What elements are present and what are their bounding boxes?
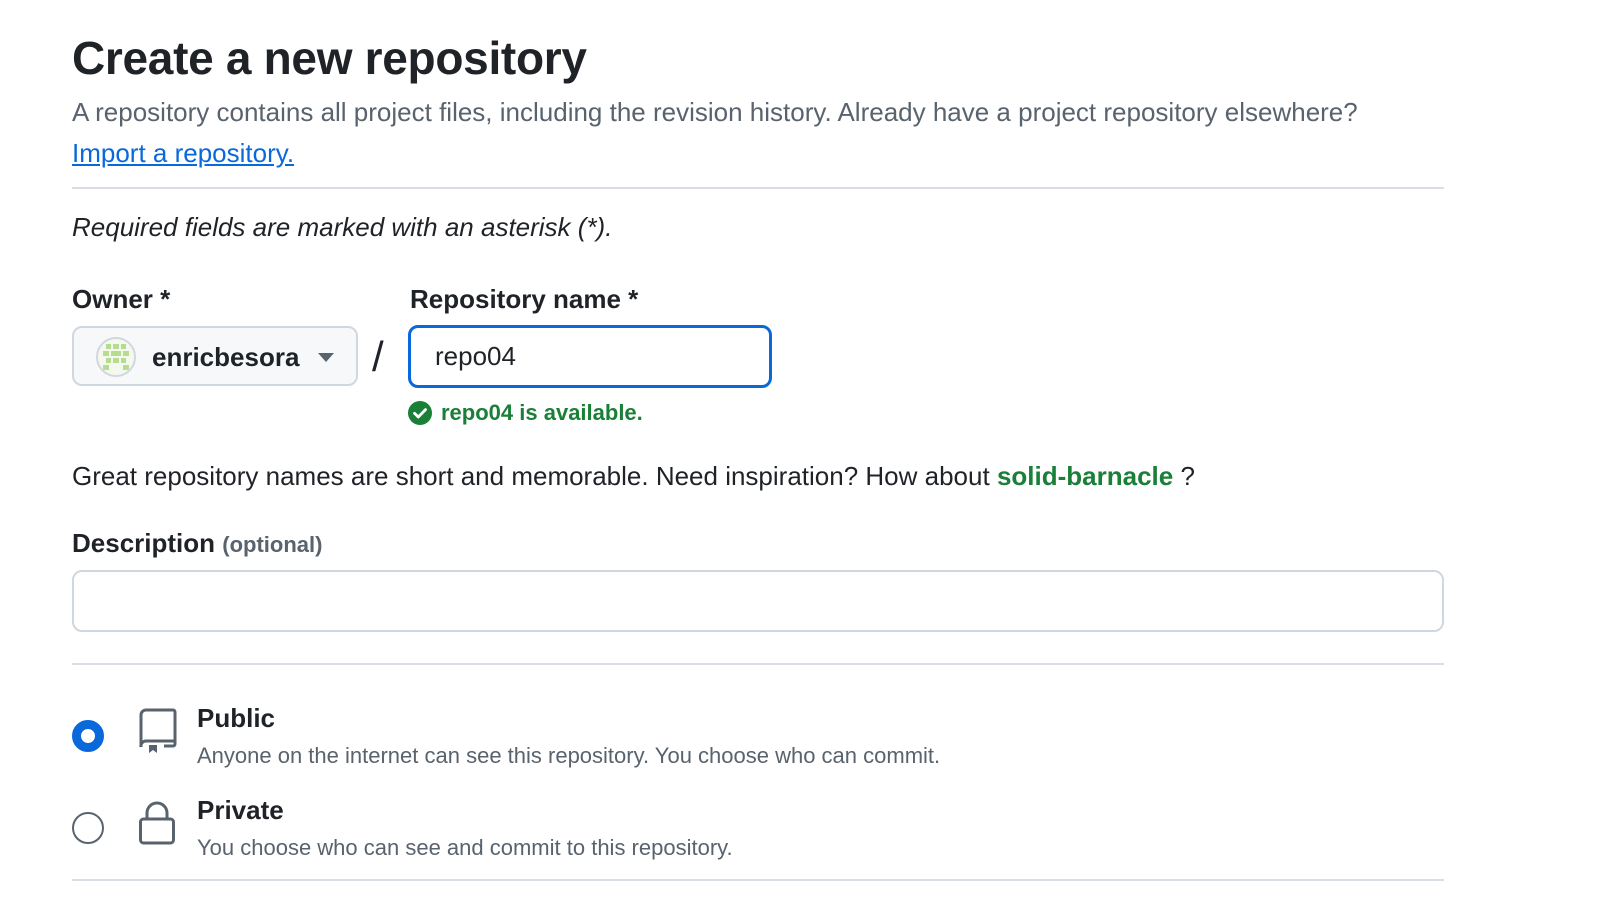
description-label: Description (optional)	[72, 526, 322, 562]
create-repository-page: Create a new repository A repository con…	[0, 0, 1609, 921]
public-option-title: Public	[197, 703, 276, 733]
repository-name-input[interactable]	[408, 325, 772, 388]
visibility-divider	[72, 879, 1444, 881]
private-option-title: Private	[197, 795, 284, 825]
private-option-description: You choose who can see and commit to thi…	[197, 835, 733, 860]
availability-text: repo04 is available.	[441, 400, 643, 425]
hint-text: Great repository names are short and mem…	[72, 461, 990, 491]
avatar	[96, 337, 136, 377]
description-label-text: Description	[72, 528, 216, 558]
repo-icon	[139, 708, 177, 753]
public-option-description: Anyone on the internet can see this repo…	[197, 743, 941, 768]
optional-tag: (optional)	[222, 532, 323, 557]
description-input[interactable]	[72, 570, 1444, 632]
header-divider	[72, 187, 1444, 189]
lock-icon	[139, 801, 175, 845]
name-suggestion-hint: Great repository names are short and mem…	[72, 458, 1195, 494]
identicon-icon	[98, 339, 134, 375]
description-divider	[72, 663, 1444, 665]
availability-message: repo04 is available.	[408, 398, 643, 428]
hint-suffix: ?	[1180, 461, 1195, 491]
import-repository-link[interactable]: Import a repository.	[72, 135, 294, 171]
repository-name-label: Repository name *	[410, 284, 639, 314]
owner-label: Owner *	[72, 284, 171, 314]
page-title: Create a new repository	[72, 32, 587, 84]
suggested-name-link[interactable]: solid-barnacle	[997, 461, 1173, 491]
public-radio[interactable]	[72, 720, 104, 752]
owner-name: enricbesora	[152, 342, 300, 372]
caret-down-icon	[318, 353, 334, 362]
check-circle-icon	[408, 401, 432, 425]
owner-repo-separator: /	[372, 333, 384, 380]
required-fields-note: Required fields are marked with an aster…	[72, 212, 613, 242]
page-subtitle: A repository contains all project files,…	[72, 97, 1358, 127]
private-radio[interactable]	[72, 812, 104, 844]
owner-dropdown[interactable]: enricbesora	[72, 326, 358, 386]
